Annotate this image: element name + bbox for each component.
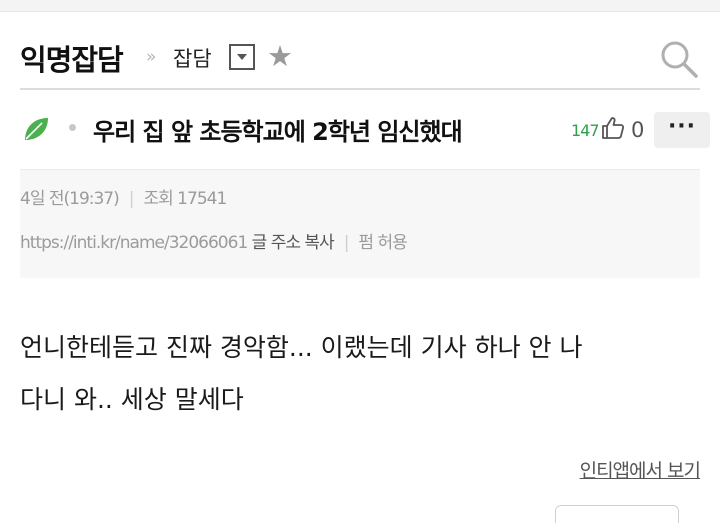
top-strip: [0, 0, 720, 12]
bottom-button[interactable]: [555, 505, 679, 523]
post-header-box: 우리 집 앞 초등학교에 2학년 임신했대 147 0 ··· 4일 전(19:…: [20, 90, 710, 278]
like-count: 147: [571, 121, 600, 140]
separator-dot: [69, 124, 76, 131]
dislike-count: 0: [631, 118, 645, 142]
board-dropdown-button[interactable]: [229, 44, 255, 70]
board-title[interactable]: 익명잡담: [20, 37, 124, 79]
post-body-line: 언니한테듣고 진짜 경악함... 이랬는데 기사 하나 안 나: [20, 333, 583, 362]
board-header: 익명잡담 » 잡담 ★: [0, 12, 720, 88]
search-icon[interactable]: [658, 38, 700, 80]
post-body-line: 다니 와.. 세상 말세다: [20, 385, 244, 414]
share-permission: 펌 허용: [358, 233, 407, 253]
meta-separator: |: [343, 233, 350, 253]
post-date: 4일 전(19:37): [20, 189, 120, 209]
more-options-button[interactable]: ···: [654, 112, 710, 148]
post-title-row: 우리 집 앞 초등학교에 2학년 임신했대 147 0 ···: [20, 90, 710, 170]
post-date-row: 4일 전(19:37) | 조회 17541: [20, 184, 228, 209]
breadcrumb-separator: »: [146, 47, 157, 67]
copy-url-button[interactable]: 글 주소 복사: [252, 233, 335, 253]
meta-separator: |: [128, 189, 135, 209]
post-title: 우리 집 앞 초등학교에 2학년 임신했대: [93, 118, 463, 146]
post-url: https://inti.kr/name/32066061: [20, 233, 248, 253]
open-in-app-link[interactable]: 인티앱에서 보기: [580, 456, 701, 483]
view-count: 조회 17541: [143, 189, 228, 209]
star-icon[interactable]: ★: [267, 38, 293, 74]
leaf-icon: [25, 118, 48, 140]
thumbs-up-icon[interactable]: [600, 115, 626, 141]
post-body: 언니한테듣고 진짜 경악함... 이랬는데 기사 하나 안 나 다니 와.. 세…: [20, 322, 700, 426]
post-url-row: https://inti.kr/name/32066061 글 주소 복사 | 펌 …: [20, 228, 408, 253]
sub-board-label[interactable]: 잡담: [173, 43, 212, 73]
